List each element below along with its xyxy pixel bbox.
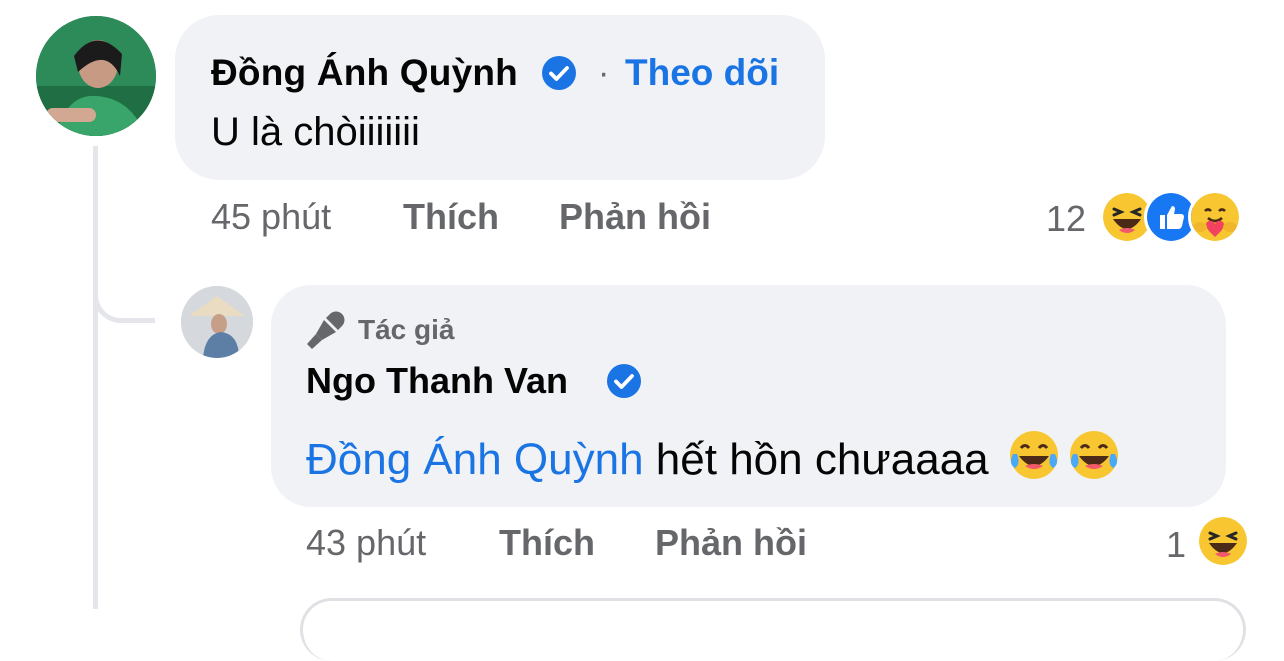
avatar-photo — [36, 16, 156, 136]
comment-text: U là chòiiiiiii — [211, 110, 420, 154]
microphone-icon — [307, 311, 345, 349]
reply-avatar[interactable] — [181, 286, 253, 358]
thread-line — [93, 146, 98, 609]
reply-message: hết hồn chưaaaa — [655, 435, 989, 484]
like-button[interactable]: Thích — [499, 522, 595, 564]
reply-connector — [93, 248, 155, 323]
haha-icon — [1196, 514, 1250, 568]
tears-of-joy-emoji-icon — [1069, 431, 1118, 479]
avatar-photo — [181, 286, 253, 358]
comment-timestamp[interactable]: 45 phút — [211, 196, 331, 238]
verified-badge-icon — [542, 56, 576, 90]
reply-timestamp[interactable]: 43 phút — [306, 522, 426, 564]
care-icon — [1188, 190, 1242, 244]
tears-of-joy-emoji-icon — [1009, 431, 1058, 479]
reaction-summary[interactable] — [1100, 190, 1242, 244]
reaction-summary[interactable] — [1196, 514, 1250, 568]
next-comment-edge — [300, 598, 1246, 661]
separator-dot: · — [598, 54, 610, 92]
reaction-count[interactable]: 12 — [1046, 198, 1086, 240]
avatar[interactable] — [36, 16, 156, 136]
mention-link[interactable]: Đồng Ánh Quỳnh — [306, 435, 644, 484]
reaction-count[interactable]: 1 — [1166, 524, 1186, 566]
reply-text: Đồng Ánh Quỳnh hết hồn chưaaaa — [306, 428, 1121, 485]
reply-author[interactable]: Ngo Thanh Van — [306, 360, 568, 402]
follow-button[interactable]: Theo dõi — [625, 52, 779, 94]
reply-button[interactable]: Phản hồi — [655, 522, 807, 564]
author-badge: Tác giả — [358, 314, 455, 345]
comment-bubble — [175, 15, 825, 180]
like-button[interactable]: Thích — [403, 196, 499, 238]
verified-badge-icon — [607, 364, 641, 398]
reply-button[interactable]: Phản hồi — [559, 196, 711, 238]
comment-author[interactable]: Đồng Ánh Quỳnh — [211, 52, 518, 94]
